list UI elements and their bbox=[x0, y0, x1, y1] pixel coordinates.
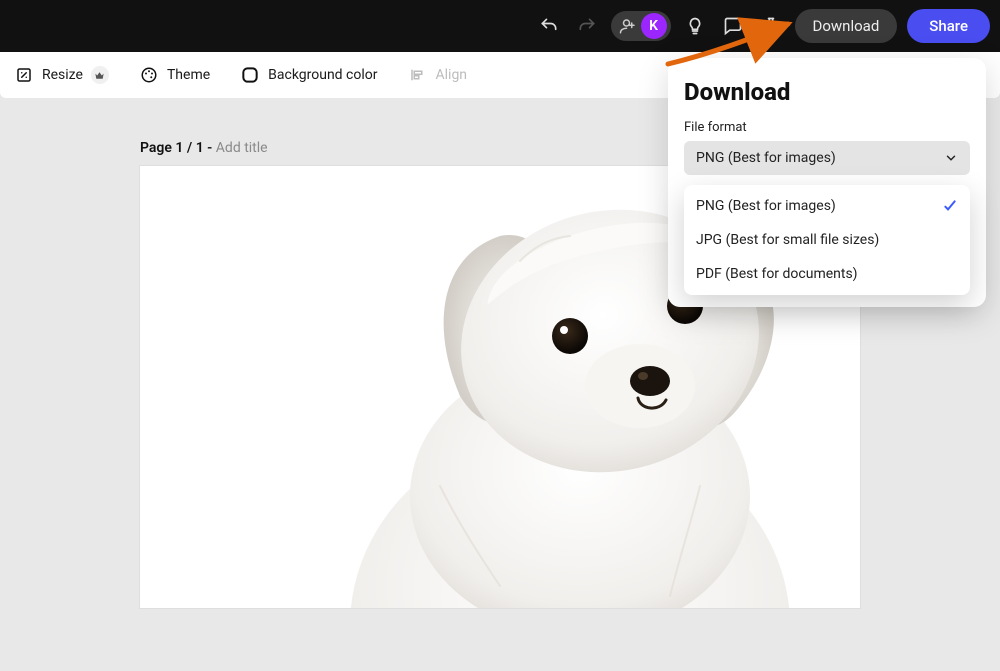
file-format-options: PNG (Best for images) JPG (Best for smal… bbox=[684, 185, 970, 295]
background-color-tool[interactable]: Background color bbox=[240, 65, 377, 85]
page-prefix: Page bbox=[140, 140, 175, 156]
check-icon bbox=[942, 198, 958, 214]
file-format-label: File format bbox=[684, 120, 970, 135]
share-button-label: Share bbox=[929, 17, 968, 35]
theme-tool[interactable]: Theme bbox=[139, 65, 210, 85]
chevron-down-icon bbox=[944, 151, 958, 165]
file-format-select[interactable]: PNG (Best for images) bbox=[684, 141, 970, 175]
page-title-input[interactable]: Add title bbox=[216, 140, 268, 156]
option-label: JPG (Best for small file sizes) bbox=[696, 232, 879, 248]
collaborators-button[interactable]: K bbox=[611, 11, 671, 41]
file-format-option-png[interactable]: PNG (Best for images) bbox=[684, 189, 970, 223]
file-format-option-pdf[interactable]: PDF (Best for documents) bbox=[684, 257, 970, 291]
download-popover: Download File format PNG (Best for image… bbox=[668, 58, 986, 307]
resize-label: Resize bbox=[42, 67, 83, 83]
file-format-selected: PNG (Best for images) bbox=[696, 150, 836, 166]
theme-label: Theme bbox=[167, 67, 210, 83]
download-heading: Download bbox=[684, 78, 970, 106]
page-total: 1 bbox=[196, 140, 204, 156]
avatar-initial: K bbox=[649, 18, 658, 34]
add-user-icon bbox=[617, 15, 639, 37]
comment-icon[interactable] bbox=[719, 12, 747, 40]
align-icon bbox=[408, 65, 428, 85]
lightbulb-icon[interactable] bbox=[681, 12, 709, 40]
page-dash: - bbox=[204, 140, 216, 156]
undo-icon[interactable] bbox=[535, 12, 563, 40]
bgcolor-label: Background color bbox=[268, 67, 377, 83]
download-button-label: Download bbox=[813, 17, 880, 35]
avatar: K bbox=[641, 13, 667, 39]
app-topbar: K Download Share bbox=[0, 0, 1000, 52]
resize-icon bbox=[14, 65, 34, 85]
align-tool: Align bbox=[408, 65, 468, 85]
beaker-icon[interactable] bbox=[757, 12, 785, 40]
resize-tool[interactable]: Resize bbox=[14, 65, 109, 85]
palette-icon bbox=[139, 65, 159, 85]
bgcolor-icon bbox=[240, 65, 260, 85]
download-button[interactable]: Download bbox=[795, 9, 898, 43]
page-indicator: Page 1 / 1 - Add title bbox=[140, 140, 268, 156]
premium-crown-icon bbox=[91, 66, 109, 84]
option-label: PDF (Best for documents) bbox=[696, 266, 858, 282]
redo-icon[interactable] bbox=[573, 12, 601, 40]
page-sep: / bbox=[183, 140, 195, 156]
align-label: Align bbox=[436, 67, 468, 83]
share-button[interactable]: Share bbox=[907, 9, 990, 43]
option-label: PNG (Best for images) bbox=[696, 198, 836, 214]
file-format-option-jpg[interactable]: JPG (Best for small file sizes) bbox=[684, 223, 970, 257]
